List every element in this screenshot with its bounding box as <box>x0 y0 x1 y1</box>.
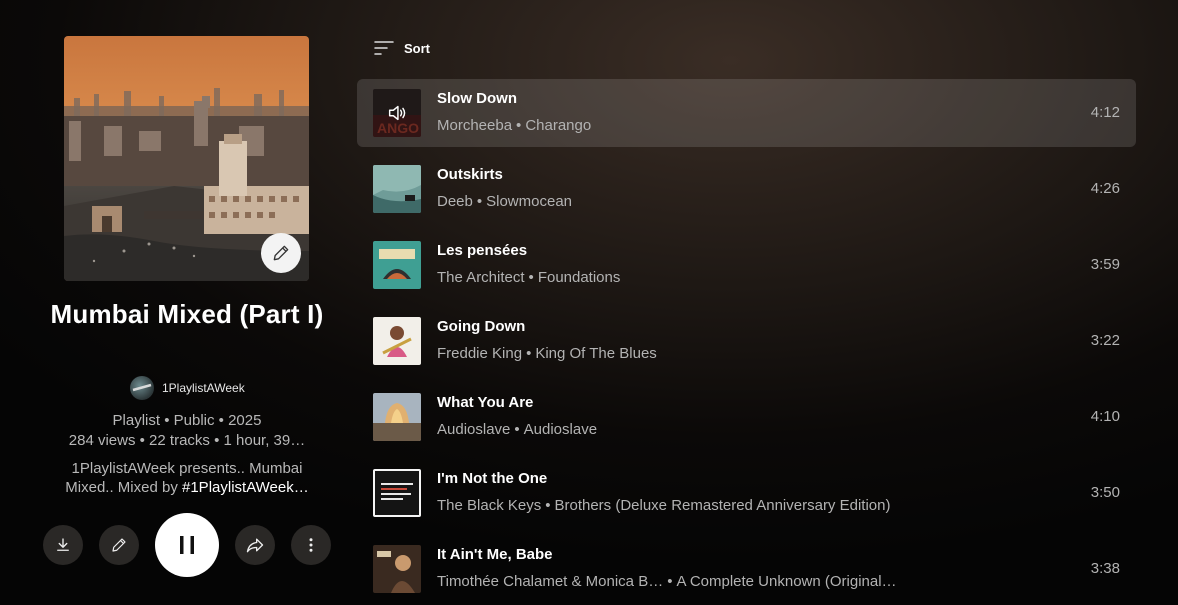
album-thumbnail <box>373 241 421 289</box>
track-subtitle: The Architect • Foundations <box>437 269 621 286</box>
track-subtitle: Deeb • Slowmocean <box>437 193 573 210</box>
track-title[interactable]: What You Are <box>437 394 533 411</box>
track-album[interactable]: King Of The Blues <box>535 345 656 362</box>
track-subtitle: The Black Keys • Brothers (Deluxe Remaster… <box>437 497 891 514</box>
track-title[interactable]: It Ain't Me, Babe <box>437 546 553 563</box>
track-album[interactable]: Charango <box>525 117 591 134</box>
track-title[interactable]: Slow Down <box>437 90 517 107</box>
pencil-icon <box>112 538 126 552</box>
playlist-meta-stats: 284 views • 22 tracks • 1 hour, 39… <box>68 432 306 449</box>
more-options-button[interactable] <box>291 525 331 565</box>
track-duration: 3:22 <box>1090 332 1120 349</box>
album-thumbnail <box>373 545 421 593</box>
playlist-description[interactable]: 1PlaylistAWeek presents.. Mumbai Mixed..… <box>56 459 318 497</box>
track-artist[interactable]: Deeb <box>437 193 473 210</box>
track-duration: 4:26 <box>1090 180 1120 197</box>
track-subtitle: Audioslave • Audioslave <box>437 421 598 438</box>
speaker-icon <box>388 105 406 121</box>
sort-button[interactable]: Sort <box>374 36 430 60</box>
more-vert-icon <box>309 538 313 552</box>
track-subtitle: Morcheeba • Charango <box>437 117 592 134</box>
playlist-actions <box>43 513 331 577</box>
track-duration: 3:59 <box>1090 256 1120 273</box>
now-playing-overlay <box>373 89 421 137</box>
track-artist[interactable]: Audioslave <box>437 421 510 438</box>
track-album[interactable]: Foundations <box>538 269 621 286</box>
owner-name: 1PlaylistAWeek <box>162 381 245 395</box>
sort-icon <box>374 41 394 55</box>
album-thumbnail <box>373 317 421 365</box>
playlist-meta-type: Playlist • Public • 2025 <box>112 412 262 429</box>
share-button[interactable] <box>235 525 275 565</box>
track-artist[interactable]: Morcheeba <box>437 117 512 134</box>
track-list: ANGO Slow Down Morcheeba•Charango 4:12 <box>357 79 1136 605</box>
playlist-header-panel: Mumbai Mixed (Part I) 1PlaylistAWeek Pla… <box>0 0 374 605</box>
album-thumbnail <box>373 393 421 441</box>
download-button[interactable] <box>43 525 83 565</box>
description-prefix: Mixed.. Mixed by <box>65 479 182 496</box>
track-album[interactable]: Brothers (Deluxe Remastered Anniversary … <box>554 497 890 514</box>
share-icon <box>246 538 264 553</box>
playlist-title: Mumbai Mixed (Part I) <box>50 299 324 329</box>
track-subtitle: Timothée Chalamet & Monica B… • A Complete… <box>437 573 897 590</box>
track-row[interactable]: Going Down Freddie King • King Of The Blue… <box>357 307 1136 375</box>
pencil-icon <box>273 245 289 261</box>
track-artist[interactable]: Timothée Chalamet & Monica B… <box>437 573 663 590</box>
track-subtitle: Freddie King • King Of The Blues <box>437 345 657 362</box>
playlist-owner[interactable]: 1PlaylistAWeek <box>130 376 245 400</box>
pause-icon <box>180 536 194 554</box>
track-album[interactable]: A Complete Unknown (Original… <box>676 573 896 590</box>
track-artist[interactable]: Freddie King <box>437 345 522 362</box>
album-thumbnail <box>373 165 421 213</box>
edit-playlist-button[interactable] <box>99 525 139 565</box>
track-title[interactable]: Going Down <box>437 318 525 335</box>
track-title[interactable]: Les pensées <box>437 242 527 259</box>
track-row[interactable]: Les pensées The Architect • Foundations 3:… <box>357 231 1136 299</box>
track-album[interactable]: Audioslave <box>524 421 597 438</box>
track-artist[interactable]: The Architect <box>437 269 525 286</box>
edit-cover-button[interactable] <box>261 233 301 273</box>
description-hashtag[interactable]: #1PlaylistAWeek… <box>182 479 309 496</box>
track-album[interactable]: Slowmocean <box>486 193 572 210</box>
track-row[interactable]: ANGO Slow Down Morcheeba • Charango 4:12 <box>357 79 1136 147</box>
track-duration: 3:50 <box>1090 484 1120 501</box>
track-duration: 4:10 <box>1090 408 1120 425</box>
track-row[interactable]: I'm Not the One The Black Keys • Brothers … <box>357 459 1136 527</box>
sort-label: Sort <box>404 40 430 56</box>
description-line-1: 1PlaylistAWeek presents.. Mumbai <box>71 460 303 477</box>
track-row[interactable]: It Ain't Me, Babe Timothée Chalamet & Mo… <box>357 535 1136 603</box>
track-row[interactable]: What You Are Audioslave • Audioslave 4:10 <box>357 383 1136 451</box>
track-duration: 3:38 <box>1090 560 1120 577</box>
track-row[interactable]: Outskirts Deeb • Slowmocean 4:26 <box>357 155 1136 223</box>
track-title[interactable]: Outskirts <box>437 166 503 183</box>
avatar <box>130 376 154 400</box>
pause-button[interactable] <box>155 513 219 577</box>
album-thumbnail <box>373 469 421 517</box>
description-line-2: Mixed.. Mixed by #1PlaylistAWeek… <box>56 478 318 497</box>
track-title[interactable]: I'm Not the One <box>437 470 547 487</box>
album-thumbnail: ANGO <box>373 89 421 137</box>
track-artist[interactable]: The Black Keys <box>437 497 541 514</box>
track-duration: 4:12 <box>1090 104 1120 121</box>
download-icon <box>57 538 69 551</box>
